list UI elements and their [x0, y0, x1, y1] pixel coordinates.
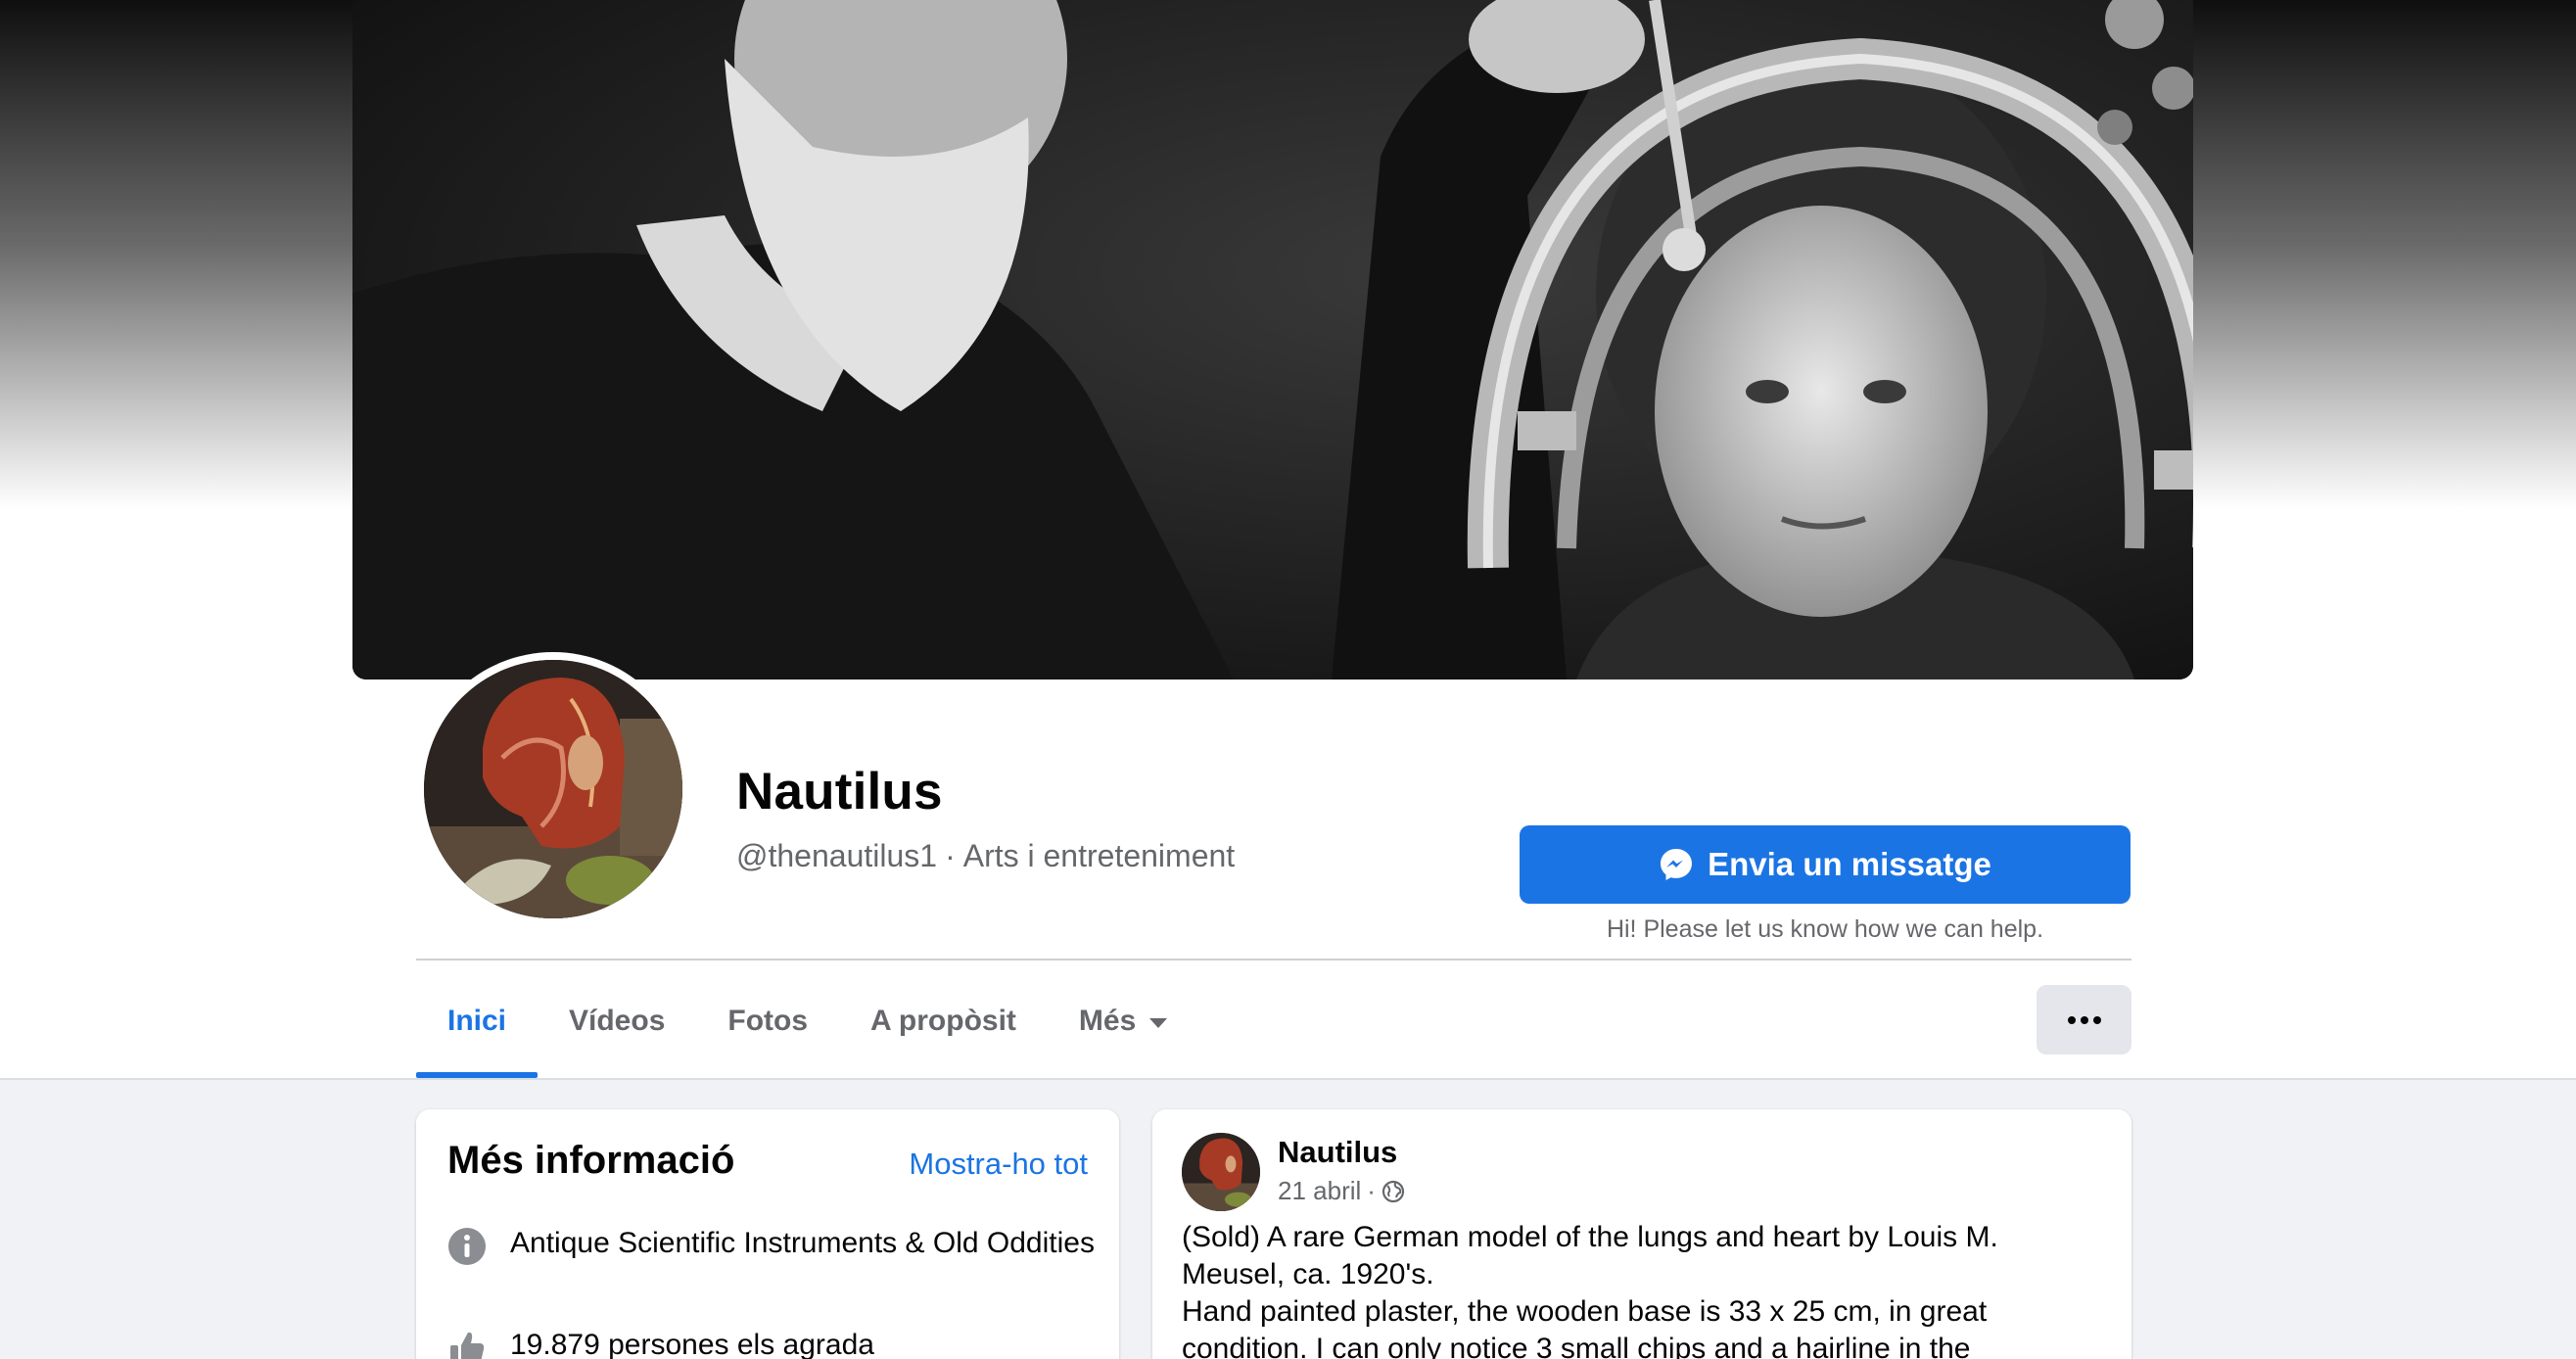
more-info-card: Més informació Mostra-ho tot Antique Sci…: [416, 1109, 1119, 1359]
cover-photo[interactable]: [352, 0, 2193, 680]
page-handle: @thenautilus1: [736, 838, 938, 873]
cover-photo-image: [352, 0, 2193, 680]
post-text: (Sold) A rare German model of the lungs …: [1182, 1219, 2102, 1359]
header-bottom-border: [0, 1078, 2576, 1080]
info-icon: [448, 1228, 486, 1265]
more-info-title: Més informació: [447, 1139, 735, 1182]
post-author-name[interactable]: Nautilus: [1278, 1135, 1397, 1170]
info-row-likes: 19.879 persones els agrada: [447, 1327, 1098, 1359]
caret-down-icon: [1149, 1017, 1168, 1028]
tab-label: Més: [1078, 1005, 1137, 1037]
messenger-icon: [1661, 849, 1693, 880]
ellipsis-icon: [2067, 1015, 2101, 1024]
tab-label: Inici: [447, 1005, 507, 1037]
anatomical-head-image: [1182, 1133, 1260, 1211]
tab-label: Fotos: [727, 1005, 809, 1037]
info-likes: 19.879 persones els agrada: [510, 1329, 874, 1359]
tab-fotos[interactable]: Fotos: [696, 964, 839, 1078]
globe-icon: [1382, 1180, 1405, 1202]
see-all-link[interactable]: Mostra-ho tot: [909, 1147, 1088, 1182]
tab-inici[interactable]: Inici: [416, 964, 539, 1078]
post-meta-separator: ·: [1367, 1176, 1376, 1205]
info-row-description: Antique Scientific Instruments & Old Odd…: [447, 1225, 1098, 1266]
page-category[interactable]: Arts i entreteniment: [963, 838, 1235, 873]
tab-label: A propòsit: [870, 1005, 1016, 1037]
tab-videos[interactable]: Vídeos: [538, 964, 696, 1078]
header-divider: [416, 959, 2131, 961]
info-description: Antique Scientific Instruments & Old Odd…: [510, 1227, 1095, 1259]
post-author-avatar[interactable]: [1182, 1133, 1260, 1211]
more-options-button[interactable]: [2037, 985, 2131, 1054]
post-meta: 21 abril ·: [1278, 1176, 1405, 1206]
page-tabs: Inici Vídeos Fotos A propòsit Més: [416, 964, 1198, 1078]
profile-picture[interactable]: [416, 652, 690, 926]
send-message-label: Envia un missatge: [1708, 846, 1991, 882]
thumbs-up-icon: [450, 1332, 485, 1359]
post-date[interactable]: 21 abril: [1278, 1176, 1361, 1206]
message-hint: Hi! Please let us know how we can help.: [1606, 915, 2044, 943]
subtitle-separator: ·: [945, 838, 956, 873]
post-card: Nautilus 21 abril · (Sold) A rare German…: [1152, 1109, 2131, 1359]
page-subtitle: @thenautilus1 · Arts i entreteniment: [736, 838, 1235, 874]
post-line: Hand painted plaster, the wooden base is…: [1182, 1295, 1988, 1359]
send-message-button[interactable]: Envia un missatge: [1520, 825, 2131, 904]
tab-mes[interactable]: Més: [1048, 964, 1198, 1078]
post-line: (Sold) A rare German model of the lungs …: [1182, 1221, 1998, 1290]
tab-a-proposit[interactable]: A propòsit: [839, 964, 1048, 1078]
anatomical-head-image: [424, 660, 682, 918]
page-title: Nautilus: [736, 763, 943, 820]
tab-label: Vídeos: [569, 1005, 666, 1037]
